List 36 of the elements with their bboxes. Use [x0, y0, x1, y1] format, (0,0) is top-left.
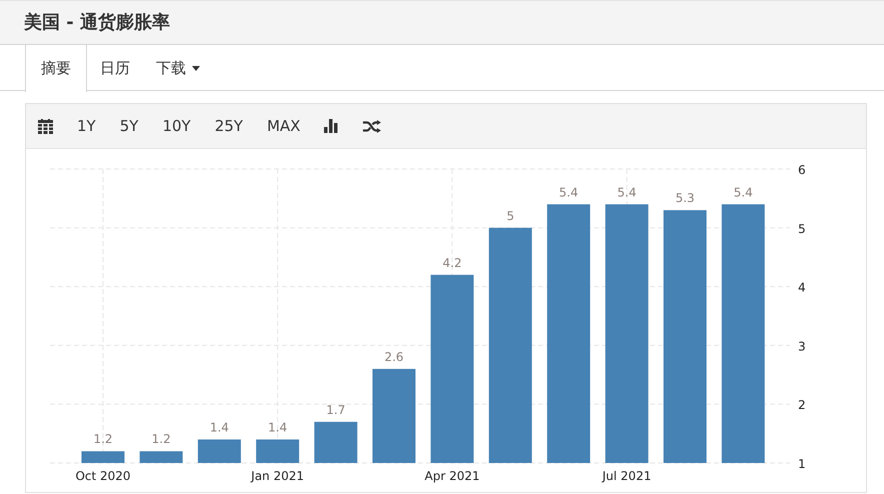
x-axis-label: Jul 2021 [602, 469, 652, 483]
value-label: 2.6 [384, 350, 404, 364]
x-axis-label: Apr 2021 [424, 469, 480, 483]
value-label: 5.4 [617, 185, 636, 200]
y-axis-label: 5 [798, 222, 806, 236]
y-axis-label: 3 [798, 339, 806, 354]
range-button[interactable]: 10Y [150, 109, 203, 143]
x-axis-label: Oct 2020 [75, 469, 131, 483]
tab[interactable]: 下载 [143, 45, 213, 91]
range-button[interactable]: 25Y [202, 109, 255, 143]
range-button[interactable]: 1Y [65, 109, 108, 143]
bar [82, 451, 124, 463]
y-axis-label: 1 [798, 457, 806, 471]
value-label: 1.4 [268, 420, 288, 434]
value-label: 5 [506, 208, 514, 223]
bar [198, 439, 241, 463]
value-label: 1.7 [326, 402, 346, 417]
value-label: 4.2 [442, 256, 462, 270]
range-button[interactable]: 5Y [108, 109, 150, 143]
y-axis-label: 6 [798, 163, 806, 177]
range-button[interactable]: MAX [254, 109, 312, 143]
y-axis-label: 2 [798, 398, 806, 412]
x-axis-label: Jan 2021 [251, 469, 304, 483]
value-label: 1.2 [93, 432, 113, 446]
value-label: 1.4 [210, 420, 229, 434]
value-label: 5.4 [559, 185, 578, 200]
bar [140, 451, 183, 463]
page-title: 美国 - 通货膨胀率 [24, 12, 170, 34]
bar [256, 439, 300, 463]
value-label: 1.2 [152, 432, 171, 446]
value-label: 5.4 [734, 185, 753, 200]
value-label: 5.3 [675, 191, 695, 206]
tab[interactable]: 日历 [87, 45, 143, 91]
tab[interactable]: 摘要 [25, 45, 87, 92]
bar [314, 422, 358, 463]
y-axis-label: 4 [798, 280, 806, 295]
